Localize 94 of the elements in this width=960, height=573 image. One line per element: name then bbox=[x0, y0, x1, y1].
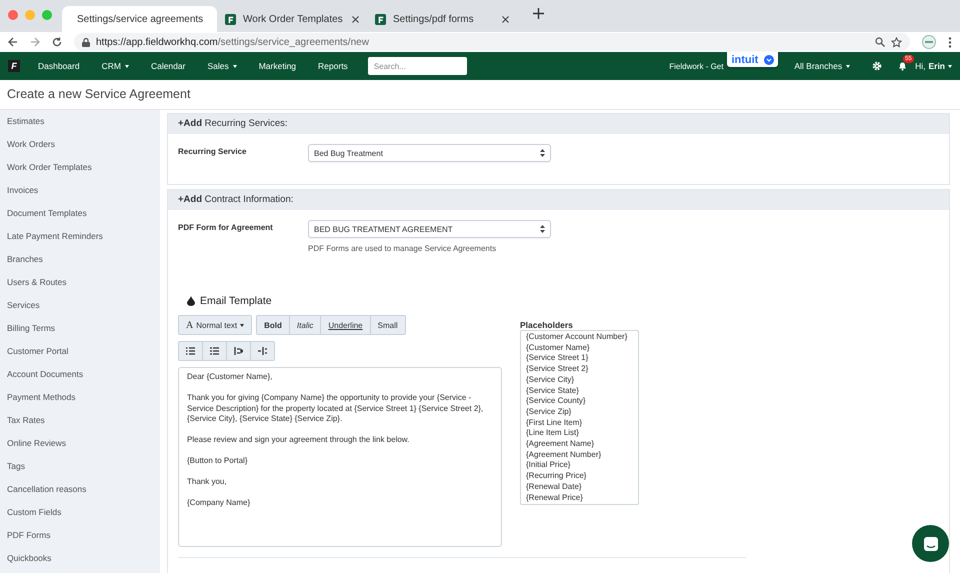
nav-link[interactable]: Sales bbox=[207, 61, 237, 71]
user-menu[interactable]: Hi, Erin bbox=[915, 61, 952, 71]
placeholder-option[interactable]: {Service Street 2} bbox=[526, 364, 638, 375]
email-body-editor[interactable]: Dear {Customer Name}, Thank you for giving {Company Name} the opportunity to provide your {Service - Service Description} for the property located at {Service Street 1} {Service Street 2}, {Service City}, {Service State} {Service Zip}. Please review and sign your agreement through the link below. {Button to Portal} Thank you, {Company Name} bbox=[178, 367, 502, 547]
sidebar-item[interactable]: Document Templates bbox=[0, 201, 160, 225]
placeholder-option[interactable]: {Renewal Date} bbox=[526, 482, 638, 493]
placeholder-option[interactable]: {Agreement Number} bbox=[526, 450, 638, 460]
format-button[interactable]: Bold bbox=[257, 316, 290, 334]
placeholder-option[interactable]: {Service State} bbox=[526, 386, 638, 396]
branch-selector[interactable]: All Branches bbox=[794, 61, 850, 71]
intuit-badge[interactable]: intuit bbox=[727, 52, 778, 67]
sidebar-item[interactable]: Work Order Templates bbox=[0, 155, 160, 179]
sidebar-item[interactable]: Payment Methods bbox=[0, 385, 160, 409]
placeholder-option[interactable]: {Agreement Name} bbox=[526, 439, 638, 450]
placeholder-option[interactable]: {Renewal Price} bbox=[526, 492, 638, 504]
field-label: Recurring Service bbox=[178, 146, 248, 158]
address-bar[interactable]: https://app.fieldworkhq.com/settings/service_agreements/new bbox=[74, 33, 910, 51]
placeholder-option[interactable]: {Service Zip} bbox=[526, 406, 638, 418]
drop-icon bbox=[187, 296, 195, 306]
sidebar-item[interactable]: PDF Forms bbox=[0, 523, 160, 547]
pdf-form-select[interactable]: BED BUG TREATMENT AGREEMENT bbox=[308, 220, 551, 238]
nav-link[interactable]: Marketing bbox=[258, 61, 296, 71]
app-logo[interactable]: F bbox=[8, 60, 20, 72]
placeholder-option[interactable]: {Service County} bbox=[526, 396, 638, 407]
sidebar-item[interactable]: Online Reviews bbox=[0, 431, 160, 455]
reload-icon[interactable] bbox=[52, 37, 62, 47]
sidebar-item[interactable]: Services bbox=[0, 293, 160, 317]
select-arrows-icon bbox=[540, 149, 545, 157]
sidebar-item[interactable]: Quickbooks bbox=[0, 546, 160, 570]
bulleted-list-button[interactable] bbox=[179, 342, 203, 360]
select-arrows-icon bbox=[540, 225, 545, 233]
browser-tab[interactable]: Settings/service agreements bbox=[62, 6, 217, 32]
back-icon[interactable] bbox=[8, 37, 18, 47]
search-field[interactable]: Search... bbox=[368, 57, 467, 75]
section-title: Email Template bbox=[200, 295, 272, 307]
sidebar-item[interactable]: Invoices bbox=[0, 178, 160, 202]
indent-icon bbox=[258, 347, 267, 355]
zoom-icon[interactable] bbox=[875, 37, 885, 47]
close-icon[interactable] bbox=[352, 16, 359, 22]
text-style-dropdown[interactable]: A Normal text bbox=[179, 316, 252, 334]
caret-icon bbox=[124, 64, 129, 68]
caret-icon bbox=[948, 64, 952, 68]
nav-link[interactable]: CRM bbox=[102, 61, 129, 71]
field-label: PDF Form for Agreement bbox=[178, 222, 274, 234]
placeholder-option[interactable]: {Recurring Price} bbox=[526, 471, 638, 482]
sidebar-item[interactable]: Cancellation reasons bbox=[0, 477, 160, 501]
sidebar-item[interactable]: Tags bbox=[0, 454, 160, 478]
caret-icon bbox=[240, 324, 244, 326]
caret-icon bbox=[846, 64, 850, 68]
bell-icon[interactable] bbox=[898, 61, 908, 71]
numbered-list-icon bbox=[210, 347, 219, 355]
sidebar-item[interactable]: Work Orders bbox=[0, 132, 160, 156]
outdent-icon bbox=[234, 347, 243, 355]
lock-icon bbox=[82, 38, 90, 46]
sidebar-item[interactable]: Users & Routes bbox=[0, 270, 160, 294]
sidebar-item[interactable]: Custom Fields bbox=[0, 500, 160, 524]
caret-icon bbox=[232, 64, 237, 68]
placeholders-list[interactable] bbox=[520, 330, 639, 505]
section-header: +Add Contract Information: bbox=[168, 190, 949, 210]
sidebar-item[interactable]: Account Documents bbox=[0, 362, 160, 386]
browser-tab[interactable]: Work Order Templates bbox=[217, 6, 367, 32]
favicon-icon bbox=[375, 14, 386, 24]
page-title: Create a new Service Agreement bbox=[7, 87, 190, 101]
recurring-service-select[interactable]: Bed Bug Treatment bbox=[308, 144, 551, 162]
chat-icon[interactable] bbox=[922, 536, 938, 552]
sidebar-item[interactable]: Branches bbox=[0, 247, 160, 271]
account-text: Fieldwork - Get bbox=[669, 62, 724, 70]
close-icon[interactable] bbox=[502, 16, 509, 22]
nav-link[interactable]: Reports bbox=[318, 61, 348, 71]
placeholders-label: Placeholders bbox=[520, 320, 574, 330]
favicon-icon bbox=[225, 14, 236, 24]
more-icon[interactable] bbox=[948, 36, 952, 48]
sidebar-item[interactable]: Late Payment Reminders bbox=[0, 224, 160, 248]
bulleted-list-icon bbox=[186, 347, 195, 355]
nav-link[interactable]: Calendar bbox=[150, 61, 186, 71]
extension-icon[interactable] bbox=[922, 35, 936, 49]
placeholder-option[interactable]: {Line Item List} bbox=[526, 428, 638, 440]
placeholder-option[interactable]: {First Line Item} bbox=[526, 418, 638, 428]
sidebar-item[interactable]: Customer Portal bbox=[0, 339, 160, 363]
placeholder-option[interactable]: {Service Street 1} bbox=[526, 353, 638, 364]
chevron-icon bbox=[764, 54, 774, 64]
settings-icon[interactable] bbox=[872, 61, 882, 71]
help-text: PDF Forms are used to manage Service Agreements bbox=[308, 244, 498, 253]
browser-tab[interactable]: Settings/pdf forms bbox=[367, 6, 517, 32]
placeholder-option[interactable]: {Customer Account Number} bbox=[526, 332, 638, 343]
nav-link[interactable]: Dashboard bbox=[38, 61, 80, 71]
section-header: +Add Recurring Services: bbox=[168, 114, 949, 134]
star-icon[interactable] bbox=[891, 36, 902, 48]
placeholder-option[interactable]: {Service City} bbox=[526, 374, 638, 386]
sidebar-item[interactable]: Billing Terms bbox=[0, 316, 160, 340]
sidebar-item[interactable]: Estimates bbox=[0, 110, 160, 133]
placeholder-option[interactable]: {Customer Name} bbox=[526, 342, 638, 354]
sidebar-item[interactable]: Tax Rates bbox=[0, 408, 160, 432]
placeholder-option[interactable]: {Initial Price} bbox=[526, 460, 638, 472]
